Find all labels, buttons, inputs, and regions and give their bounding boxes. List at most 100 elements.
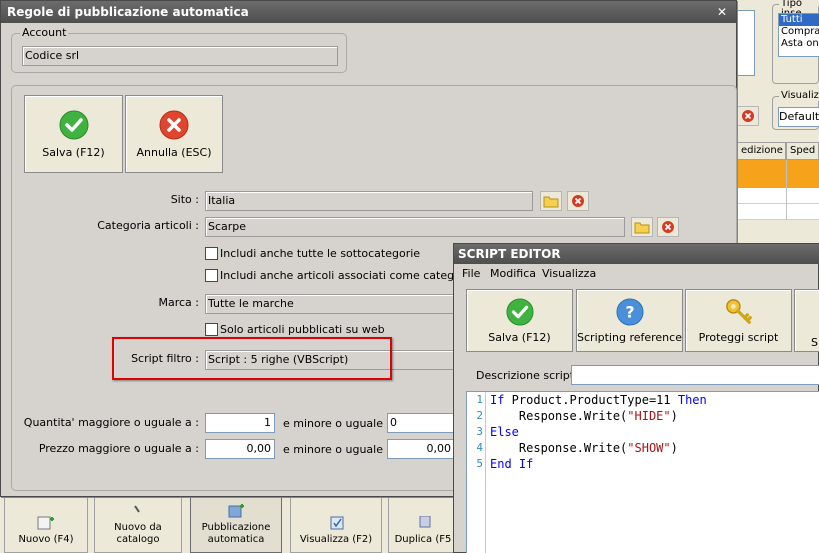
string-literal: "SHOW" xyxy=(627,441,671,455)
grid-row-selected[interactable] xyxy=(737,160,819,188)
save-button[interactable]: Salva (F12) xyxy=(24,95,123,173)
line-number: 1 xyxy=(476,393,483,406)
code-line-2: Response.Write("HIDE") xyxy=(490,408,678,424)
cancel-button[interactable]: Annulla (ESC) xyxy=(125,95,223,173)
prezzo-max-input[interactable]: 0,00 xyxy=(387,439,455,459)
tipo-option-asta[interactable]: Asta onl xyxy=(779,38,819,50)
script-editor-window: SCRIPT EDITOR File Modifica Visualizza S… xyxy=(453,243,819,553)
grid-column-divider xyxy=(786,160,787,220)
extra-button[interactable]: S xyxy=(794,289,819,352)
new-document-icon xyxy=(37,516,54,530)
quantita-label: Quantita' maggiore o uguale a : xyxy=(23,416,199,429)
code-text: Response.Write( xyxy=(490,441,628,455)
categoria-clear-button[interactable] xyxy=(657,217,679,237)
keyword: Then xyxy=(677,393,707,407)
scripting-reference-button[interactable]: ? Scripting reference xyxy=(576,289,683,352)
code-line-4: Response.Write("SHOW") xyxy=(490,440,678,456)
tipo-inserzione-list[interactable]: Tutti Compral Asta onl xyxy=(778,13,819,57)
account-field[interactable]: Codice srl xyxy=(22,46,338,66)
script-save-label: Salva (F12) xyxy=(488,331,551,344)
code-text: ) xyxy=(670,409,678,423)
duplica-button[interactable]: Duplica (F5 xyxy=(388,497,458,553)
keyword: If xyxy=(490,393,505,407)
duplicate-icon xyxy=(419,516,431,528)
svg-text:?: ? xyxy=(625,303,634,322)
folder-icon xyxy=(634,222,650,234)
code-text: Response.Write( xyxy=(490,409,628,423)
prezzo-min-input[interactable]: 0,00 xyxy=(205,439,275,459)
menu-file-label: File xyxy=(462,267,481,280)
close-icon[interactable]: ✕ xyxy=(714,1,730,23)
code-editor[interactable]: 1 2 3 4 5 If Product.ProductType=11 Then… xyxy=(466,391,819,553)
quantita-min-input[interactable]: 1 xyxy=(205,413,275,433)
nuovo-label: Nuovo (F4) xyxy=(18,534,74,545)
menu-visualizza-label: Visualizza xyxy=(542,267,597,280)
proteggi-script-button[interactable]: Proteggi script xyxy=(685,289,792,352)
categoria-label: Categoria articoli : xyxy=(97,219,199,232)
tipo-option-tutti[interactable]: Tutti xyxy=(779,14,819,26)
clear-icon xyxy=(572,195,584,207)
extra-label: S xyxy=(811,336,818,349)
menu-modifica-label: Modifica xyxy=(490,267,536,280)
line-number-gutter: 1 2 3 4 5 xyxy=(467,392,486,553)
line-number: 5 xyxy=(476,457,483,470)
sito-clear-button[interactable] xyxy=(567,191,589,211)
keyword: End xyxy=(490,457,512,471)
catalog-icon xyxy=(134,505,140,513)
script-save-button[interactable]: Salva (F12) xyxy=(466,289,573,352)
web-checkbox[interactable] xyxy=(205,323,218,336)
visualizza-legend: Visualizz xyxy=(779,91,819,101)
grid-header-spedizione[interactable]: Sped xyxy=(786,142,819,160)
prezzo-label: Prezzo maggiore o uguale a : xyxy=(38,442,199,455)
keyword: Else xyxy=(490,425,519,439)
descrizione-input[interactable] xyxy=(571,365,819,385)
quantita-max-input[interactable]: 0 xyxy=(387,413,455,433)
background-clear-button[interactable] xyxy=(737,106,759,126)
clear-icon xyxy=(742,110,754,122)
view-icon xyxy=(330,516,344,530)
sottocategorie-label: Includi anche tutte le sottocategorie xyxy=(220,247,421,260)
nuovo-da-catalogo-button[interactable]: Nuovo da catalogo xyxy=(94,497,182,553)
sottocategorie-checkbox[interactable] xyxy=(205,247,218,260)
grid-row[interactable] xyxy=(737,204,819,220)
categoria-field[interactable]: Scarpe xyxy=(205,217,625,237)
duplica-label: Duplica (F5 xyxy=(394,534,452,545)
menu-file[interactable]: File xyxy=(462,266,480,282)
sito-label: Sito : xyxy=(170,193,199,206)
visualizza-label: Visualizza (F2) xyxy=(299,534,373,545)
descrizione-label: Descrizione script : xyxy=(476,369,582,382)
sito-browse-button[interactable] xyxy=(540,191,562,211)
code-line-3: Else xyxy=(490,424,519,440)
dialog-title: Regole di pubblicazione automatica xyxy=(1,1,736,23)
pubblicazione-automatica-button[interactable]: Pubblicazione automatica xyxy=(190,497,282,553)
grid-header-edizione[interactable]: edizione xyxy=(737,142,786,160)
grid-row[interactable] xyxy=(737,188,819,204)
associati-checkbox[interactable] xyxy=(205,269,218,282)
web-label: Solo articoli pubblicati su web xyxy=(220,323,385,336)
visualizza-select[interactable]: Default xyxy=(778,107,819,127)
script-filtro-highlight xyxy=(112,337,392,380)
scripting-reference-label: Scripting reference xyxy=(577,331,682,344)
visualizza-button[interactable]: Visualizza (F2) xyxy=(290,497,382,553)
folder-icon xyxy=(543,196,559,208)
menu-visualizza[interactable]: Visualizza xyxy=(542,266,596,282)
prezzo-max-label: e minore o uguale a xyxy=(283,443,394,456)
visualizza-group: Visualizz Default xyxy=(772,91,819,130)
save-label: Salva (F12) xyxy=(42,146,105,159)
nuovo-button[interactable]: Nuovo (F4) xyxy=(4,497,88,553)
code-text: ) xyxy=(670,441,678,455)
check-icon xyxy=(59,110,88,140)
marca-field[interactable]: Tutte le marche xyxy=(205,294,455,314)
quantita-max-label: e minore o uguale a xyxy=(283,417,394,430)
categoria-browse-button[interactable] xyxy=(631,217,653,237)
script-editor-title: SCRIPT EDITOR xyxy=(454,244,819,264)
proteggi-script-label: Proteggi script xyxy=(698,331,779,344)
line-number: 3 xyxy=(476,425,483,438)
menu-modifica[interactable]: Modifica xyxy=(490,266,536,282)
background-list-edge xyxy=(737,10,755,76)
account-legend: Account xyxy=(20,26,69,39)
sito-field[interactable]: Italia xyxy=(205,191,533,211)
tipo-option-compralo[interactable]: Compral xyxy=(779,26,819,38)
cancel-label: Annulla (ESC) xyxy=(136,146,212,159)
tipo-inserzione-group: Tipo inse Tutti Compral Asta onl xyxy=(772,0,819,84)
